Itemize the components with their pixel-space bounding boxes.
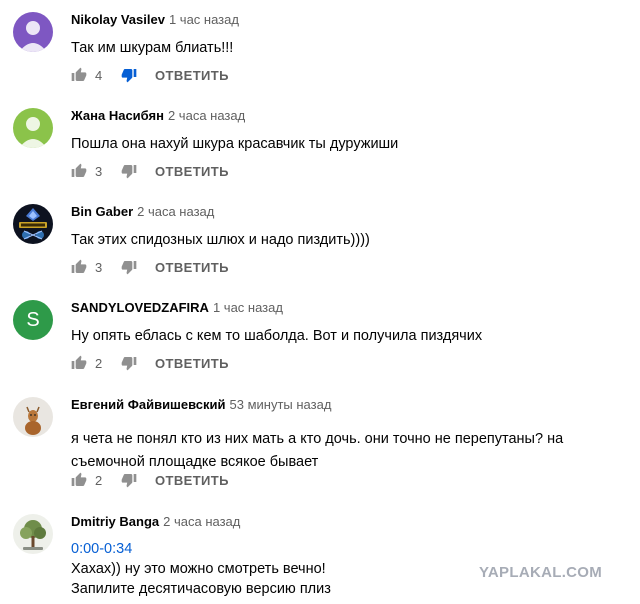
comment-text: я чета не понял кто из них мать а кто до… bbox=[71, 428, 630, 474]
comment-actions: 3 ОТВЕТИТЬ bbox=[71, 257, 229, 277]
avatar[interactable]: S bbox=[13, 300, 53, 340]
watermark: YAPLAKAL.COM bbox=[479, 564, 603, 581]
comment-text-line: Так им шкурам блиать!!! bbox=[71, 40, 234, 56]
comment-time[interactable]: 1 час назад bbox=[213, 300, 283, 315]
comment-time[interactable]: 2 часа назад bbox=[137, 204, 214, 219]
comment-text-line: Запилите десятичасовую версию плиз bbox=[71, 581, 331, 597]
comment-text: Так им шкурам блиать!!! bbox=[71, 38, 630, 58]
avatar-letter: S bbox=[26, 308, 40, 331]
reply-button[interactable]: ОТВЕТИТЬ bbox=[155, 260, 229, 275]
comment-body: Евгений Файвишевский 53 минуты назад я че… bbox=[71, 396, 630, 474]
comment-header: Евгений Файвишевский 53 минуты назад bbox=[71, 396, 630, 414]
author-name[interactable]: SANDYLOVEDZAFIRA bbox=[71, 300, 209, 315]
comment-text-line: Ну опять еблась с кем то шаболда. Вот и … bbox=[71, 328, 483, 344]
comment-header: Жана Насибян 2 часа назад bbox=[71, 107, 630, 125]
dislike-icon[interactable] bbox=[121, 163, 137, 179]
comment-header: SANDYLOVEDZAFIRA 1 час назад bbox=[71, 299, 630, 317]
dislike-icon[interactable] bbox=[121, 472, 137, 488]
comment-text-line: Пошла она нахуй шкура красавчик ты дуруж… bbox=[71, 136, 399, 152]
comment-text: Ну опять еблась с кем то шаболда. Вот и … bbox=[71, 326, 630, 346]
dislike-icon[interactable] bbox=[121, 355, 137, 371]
tree-icon bbox=[13, 514, 53, 554]
comment-header: Dmitriy Banga 2 часа назад bbox=[71, 513, 630, 531]
author-name[interactable]: Евгений Файвишевский bbox=[71, 397, 226, 412]
like-icon[interactable] bbox=[71, 67, 87, 83]
like-icon[interactable] bbox=[71, 355, 87, 371]
comment-time[interactable]: 2 часа назад bbox=[163, 514, 240, 529]
dislike-icon[interactable] bbox=[121, 67, 137, 83]
avatar[interactable] bbox=[13, 204, 53, 244]
like-count: 3 bbox=[95, 163, 103, 179]
author-name[interactable]: Bin Gaber bbox=[71, 204, 133, 219]
comment-actions: 2 ОТВЕТИТЬ bbox=[71, 470, 229, 490]
like-icon[interactable] bbox=[71, 259, 87, 275]
like-count: 4 bbox=[95, 67, 103, 83]
author-name[interactable]: Nikolay Vasilev bbox=[71, 12, 165, 27]
comment-text: Пошла она нахуй шкура красавчик ты дуруж… bbox=[71, 134, 630, 154]
like-icon[interactable] bbox=[71, 472, 87, 488]
comment-header: Bin Gaber 2 часа назад bbox=[71, 203, 630, 221]
avatar[interactable] bbox=[13, 12, 53, 52]
timestamp-link[interactable]: 0:00-0:34 bbox=[71, 539, 630, 559]
avatar[interactable] bbox=[13, 397, 53, 437]
comment-text-line: Так этих спидозных шлюх и надо пиздить))… bbox=[71, 232, 370, 248]
comment-body: SANDYLOVEDZAFIRA 1 час назад Ну опять ебл… bbox=[71, 299, 630, 346]
comment-body: Жана Насибян 2 часа назад Пошла она нахуй… bbox=[71, 107, 630, 154]
reply-button[interactable]: ОТВЕТИТЬ bbox=[155, 356, 229, 371]
default-avatar-icon bbox=[13, 108, 53, 148]
like-icon[interactable] bbox=[71, 163, 87, 179]
comment-header: Nikolay Vasilev 1 час назад bbox=[71, 11, 630, 29]
comment-actions: 4 ОТВЕТИТЬ bbox=[71, 65, 229, 85]
author-name[interactable]: Жана Насибян bbox=[71, 108, 164, 123]
comment-time[interactable]: 53 минуты назад bbox=[230, 397, 332, 412]
reply-button[interactable]: ОТВЕТИТЬ bbox=[155, 68, 229, 83]
mining-logo-icon bbox=[13, 204, 53, 244]
default-avatar-icon bbox=[13, 12, 53, 52]
reply-button[interactable]: ОТВЕТИТЬ bbox=[155, 164, 229, 179]
comment-time[interactable]: 1 час назад bbox=[169, 12, 239, 27]
like-count: 2 bbox=[95, 355, 103, 371]
avatar[interactable] bbox=[13, 108, 53, 148]
comment-body: Dmitriy Banga 2 часа назад 0:00-0:34 Хаха… bbox=[71, 513, 630, 599]
comment-time[interactable]: 2 часа назад bbox=[168, 108, 245, 123]
avatar[interactable] bbox=[13, 514, 53, 554]
reply-button[interactable]: ОТВЕТИТЬ bbox=[155, 473, 229, 488]
deer-icon bbox=[13, 397, 53, 437]
comment-actions: 2 ОТВЕТИТЬ bbox=[71, 353, 229, 373]
author-name[interactable]: Dmitriy Banga bbox=[71, 514, 159, 529]
like-count: 3 bbox=[95, 259, 103, 275]
comment-text: Так этих спидозных шлюх и надо пиздить))… bbox=[71, 230, 630, 250]
comment-body: Bin Gaber 2 часа назад Так этих спидозных… bbox=[71, 203, 630, 250]
comment-text-line: я чета не понял кто из них мать а кто до… bbox=[71, 431, 564, 447]
comment-actions: 3 ОТВЕТИТЬ bbox=[71, 161, 229, 181]
like-count: 2 bbox=[95, 472, 103, 488]
dislike-icon[interactable] bbox=[121, 259, 137, 275]
comment-body: Nikolay Vasilev 1 час назад Так им шкурам… bbox=[71, 11, 630, 58]
